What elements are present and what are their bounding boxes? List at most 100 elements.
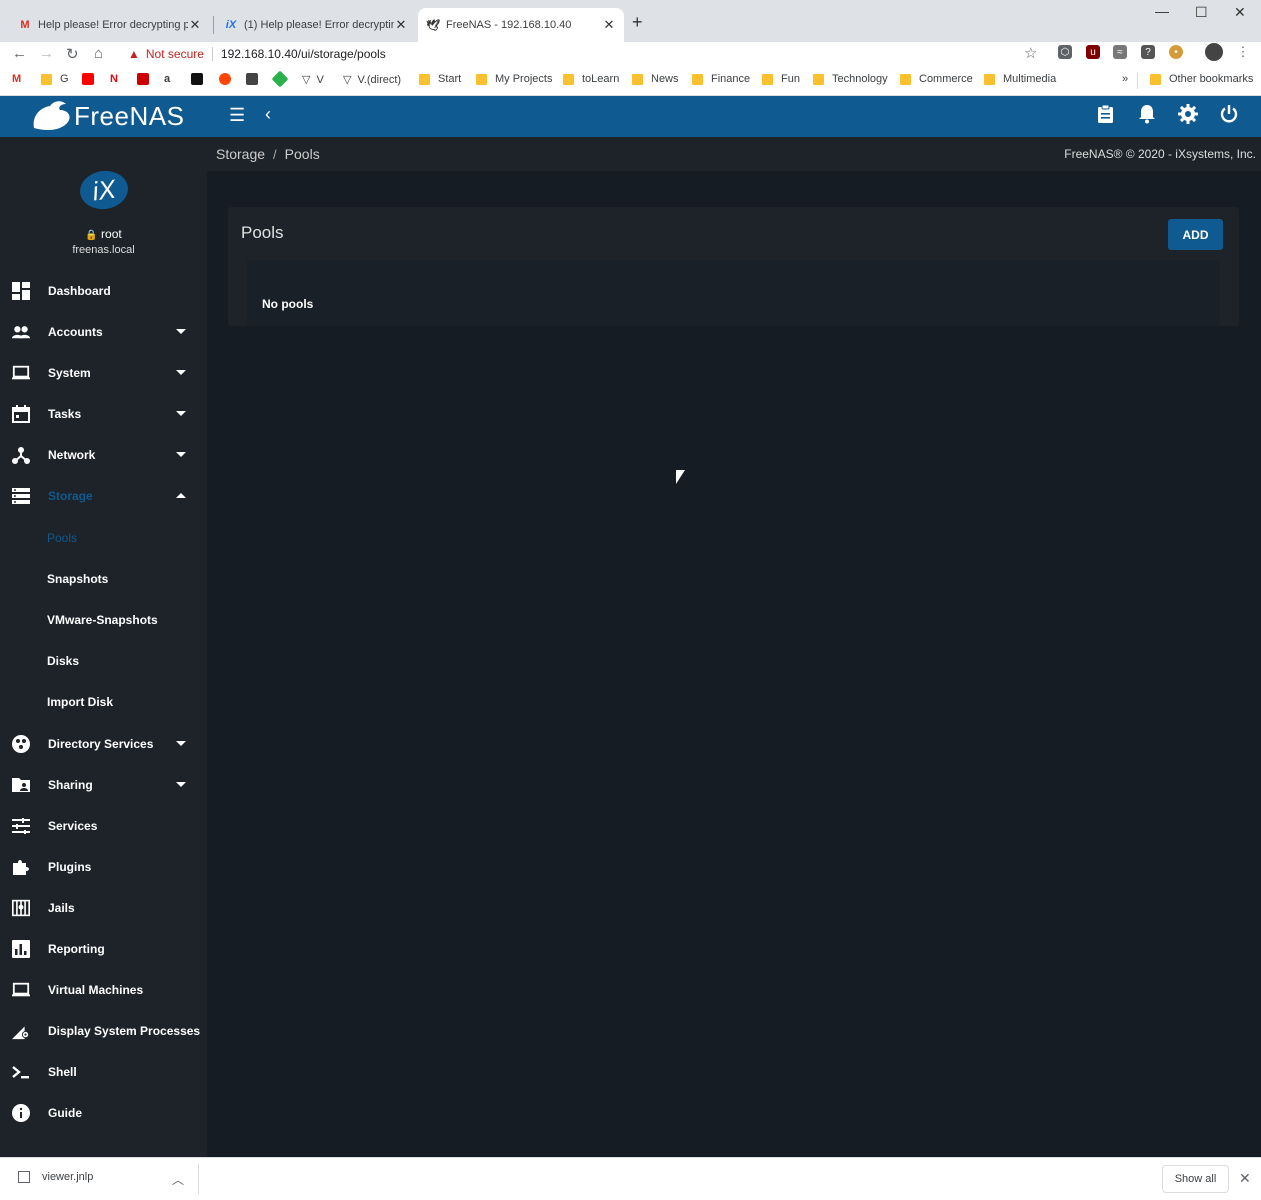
breadcrumb: Storage / Pools FreeNAS® © 2020 - iXsyst… — [207, 137, 1261, 171]
bell-icon[interactable] — [1138, 104, 1156, 129]
v-icon: ▽ — [343, 74, 352, 86]
menu-icon[interactable]: ⋮ — [1236, 44, 1250, 59]
bookmark-item[interactable]: My Projects — [476, 73, 552, 85]
sidebar-item-plugins[interactable]: Plugins — [0, 846, 207, 887]
sidebar-item-services[interactable]: Services — [0, 805, 207, 846]
puzzle-icon — [12, 858, 30, 876]
cookie-icon[interactable]: • — [1169, 45, 1183, 59]
bookmark-label: V — [316, 73, 324, 86]
omnibox[interactable]: ▲ Not secure 192.168.10.40/ui/storage/po… — [118, 43, 1048, 65]
bookmark-item[interactable]: Finance — [692, 73, 750, 85]
bookmark-item[interactable]: Multimedia — [984, 73, 1056, 85]
sidebar-subitem-pools[interactable]: Pools — [0, 517, 207, 558]
not-secure-label[interactable]: Not secure — [146, 47, 204, 61]
digg-icon[interactable] — [191, 73, 207, 85]
clipboard-icon[interactable] — [1097, 104, 1114, 129]
bookmark-item[interactable]: Start — [419, 73, 461, 85]
bookmark-star-icon[interactable]: ☆ — [1024, 44, 1037, 62]
reddit-icon[interactable] — [219, 73, 235, 85]
url-text[interactable]: 192.168.10.40/ui/storage/pools — [221, 47, 386, 61]
bookmark-icon[interactable] — [246, 73, 262, 85]
reload-icon[interactable]: ↻ — [66, 45, 79, 63]
bookmark-item[interactable]: Commerce — [900, 73, 973, 85]
minimize-button[interactable]: — — [1155, 3, 1169, 19]
bookmark-item[interactable]: G — [41, 73, 69, 85]
ublock-icon[interactable]: u — [1086, 45, 1100, 59]
browser-tab-active[interactable]: 🕊 FreeNAS - 192.168.10.40 ✕ — [418, 8, 624, 42]
window-close-button[interactable]: ✕ — [1234, 4, 1246, 21]
downloads-divider — [198, 1164, 199, 1194]
user-profile: iX 🔒 root freenas.local — [0, 137, 207, 277]
youtube-icon[interactable] — [82, 73, 98, 85]
close-icon[interactable]: ✕ — [1239, 1170, 1251, 1187]
sidebar-item-label: Tasks — [48, 406, 82, 421]
hamburger-menu-icon[interactable]: ☰ — [229, 105, 245, 126]
sidebar-subitem-disks[interactable]: Disks — [0, 640, 207, 681]
sidebar-item-sharing[interactable]: Sharing — [0, 764, 207, 805]
bookmarks-overflow-button[interactable]: » — [1122, 73, 1128, 85]
v-icon: ▽ — [302, 74, 311, 86]
sidebar-item-display-system-processes[interactable]: Display System Processes — [0, 1010, 207, 1051]
folder-share-icon — [12, 776, 30, 794]
add-pool-button[interactable]: ADD — [1168, 219, 1223, 250]
sidebar-item-guide[interactable]: Guide — [0, 1092, 207, 1133]
other-bookmarks[interactable]: Other bookmarks — [1150, 73, 1253, 85]
new-tab-button[interactable]: + — [632, 12, 643, 33]
chart-icon — [12, 939, 30, 958]
sidebar-item-accounts[interactable]: Accounts — [0, 311, 207, 352]
sidebar-item-reporting[interactable]: Reporting — [0, 928, 207, 969]
chevron-up-icon — [176, 493, 186, 498]
bookmark-item[interactable]: ▽ V.(direct) — [343, 73, 401, 87]
extension-icon[interactable]: ≈ — [1113, 45, 1127, 59]
browser-tab[interactable]: iX (1) Help please! Error decrypting ✕ — [216, 8, 416, 42]
breadcrumb-storage[interactable]: Storage — [216, 146, 265, 162]
chevron-up-icon[interactable]: ︿ — [172, 1171, 184, 1188]
tune-icon — [12, 817, 30, 835]
avatar[interactable] — [1205, 43, 1223, 61]
forward-icon[interactable]: → — [39, 45, 54, 62]
maximize-button[interactable]: ☐ — [1195, 4, 1208, 21]
gear-icon[interactable] — [1178, 104, 1198, 129]
close-tab-icon[interactable]: ✕ — [602, 17, 616, 33]
bookmark-label: Fun — [781, 73, 800, 85]
sidebar-subitem-snapshots[interactable]: Snapshots — [0, 558, 207, 599]
sidebar-item-shell[interactable]: Shell — [0, 1051, 207, 1092]
gmail-bookmark-icon[interactable]: M — [12, 73, 21, 85]
sidebar-item-system[interactable]: System — [0, 352, 207, 393]
gmail-icon[interactable] — [137, 73, 153, 85]
pocket-icon[interactable]: ⬡ — [1058, 45, 1072, 59]
chevron-down-icon — [176, 370, 186, 375]
netflix-icon[interactable]: N — [110, 73, 118, 85]
feedly-icon[interactable] — [271, 70, 290, 88]
home-icon[interactable]: ⌂ — [94, 45, 103, 62]
show-all-button[interactable]: Show all — [1162, 1165, 1229, 1193]
sidebar-item-network[interactable]: Network — [0, 434, 207, 475]
sidebar-item-jails[interactable]: Jails — [0, 887, 207, 928]
sidebar-item-tasks[interactable]: Tasks — [0, 393, 207, 434]
power-icon[interactable] — [1219, 104, 1239, 129]
browser-tab[interactable]: M Help please! Error decrypting po ✕ — [10, 8, 210, 42]
close-tab-icon[interactable]: ✕ — [188, 17, 202, 33]
download-item[interactable]: viewer.jnlp — [18, 1171, 93, 1183]
bookmark-label: toLearn — [582, 73, 620, 85]
sidebar-item-directory-services[interactable]: Directory Services — [0, 723, 207, 764]
accounts-icon — [12, 323, 30, 341]
extension-icon[interactable]: ? — [1141, 45, 1155, 59]
sidebar-item-virtual-machines[interactable]: Virtual Machines — [0, 969, 207, 1010]
sidebar-subitem-vmware-snapshots[interactable]: VMware-Snapshots — [0, 599, 207, 640]
freenas-logo[interactable]: FreeNAS — [30, 98, 184, 134]
bookmarks-divider — [1137, 73, 1138, 89]
sidebar-subitem-import-disk[interactable]: Import Disk — [0, 681, 207, 722]
chevron-left-icon[interactable]: ‹ — [265, 104, 271, 125]
amazon-icon[interactable]: a — [164, 73, 170, 85]
sidebar-item-dashboard[interactable]: Dashboard — [0, 270, 207, 311]
bookmark-item[interactable]: toLearn — [563, 73, 619, 85]
bookmark-item[interactable]: Technology — [813, 73, 888, 85]
bookmark-item[interactable]: News — [632, 73, 679, 85]
bookmark-item[interactable]: ▽ V — [302, 73, 324, 87]
omnibox-divider — [211, 47, 213, 61]
bookmark-item[interactable]: Fun — [762, 73, 800, 85]
back-icon[interactable]: ← — [12, 45, 27, 62]
sidebar-item-storage[interactable]: Storage — [0, 475, 207, 516]
close-tab-icon[interactable]: ✕ — [394, 17, 408, 33]
